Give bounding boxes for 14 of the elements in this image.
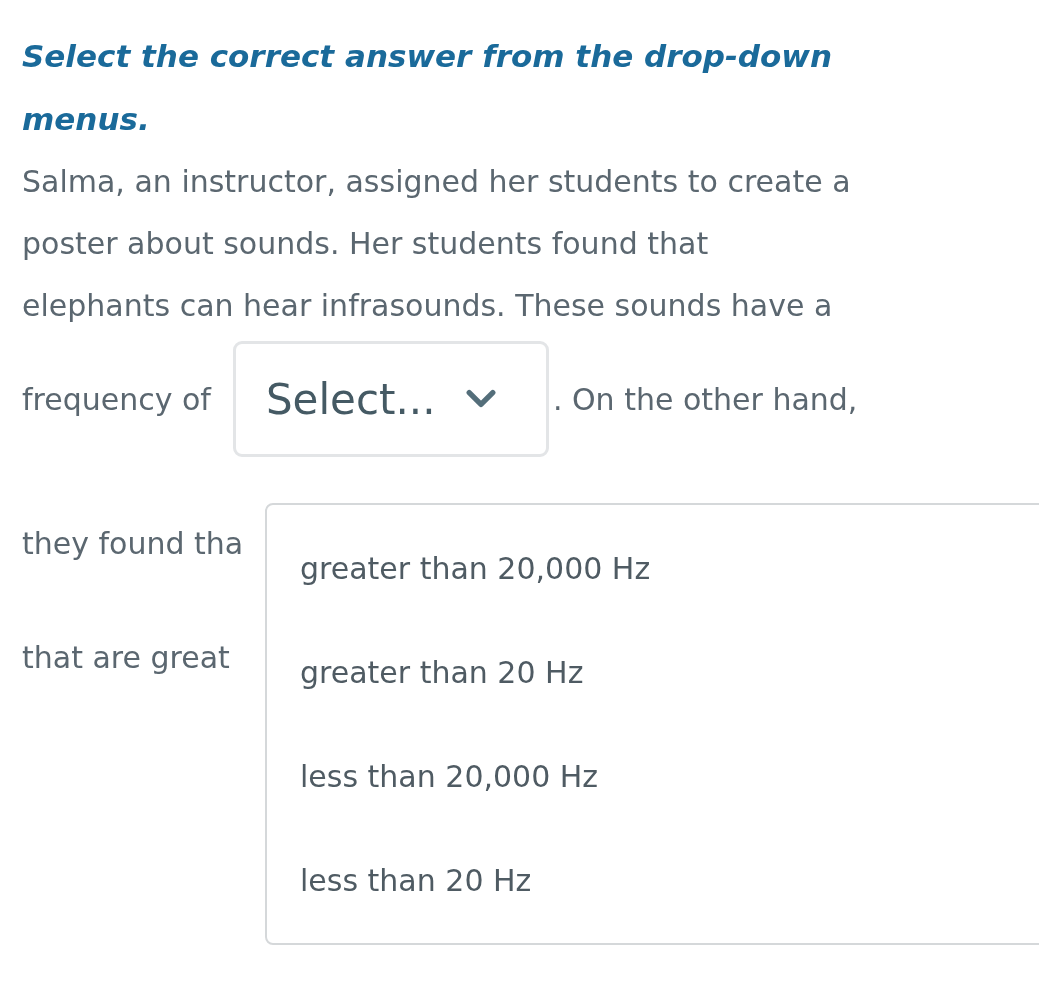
passage-text: frequency of xyxy=(22,381,211,417)
dropdown-option[interactable]: less than 20 Hz xyxy=(300,849,1039,953)
dropdown-option[interactable]: greater than 20,000 Hz xyxy=(300,537,1039,641)
passage-text: . On the other hand, xyxy=(552,381,858,417)
chevron-down-icon xyxy=(465,388,496,410)
passage-text: elephants can hear infrasounds. These sounds have a xyxy=(22,287,834,325)
answer-dropdown[interactable]: Select... xyxy=(232,341,549,457)
instruction-text: Select the correct answer from the drop-down menus. xyxy=(22,37,834,139)
passage-text: that are great xyxy=(22,639,230,677)
dropdown-option[interactable]: greater than 20 Hz xyxy=(300,641,1039,745)
dropdown-option[interactable]: less than 20,000 Hz xyxy=(300,745,1039,849)
passage-text: Salma, an instructor, assigned her students to create a xyxy=(22,163,852,201)
passage-text: they found tha xyxy=(22,525,244,563)
passage-text: poster about sounds. Her students found that xyxy=(22,225,710,263)
